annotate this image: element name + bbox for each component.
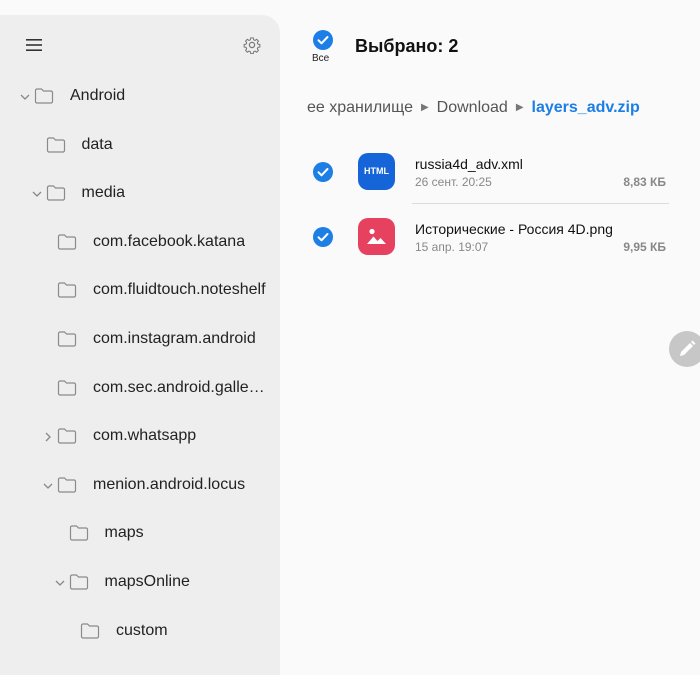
folder-icon bbox=[57, 234, 77, 250]
file-checkbox[interactable] bbox=[313, 162, 333, 182]
sidebar-item-folder[interactable]: Android bbox=[0, 75, 280, 119]
folder-icon bbox=[46, 136, 65, 153]
edit-button[interactable] bbox=[669, 331, 700, 367]
breadcrumb-current[interactable]: layers_adv.zip bbox=[532, 99, 640, 116]
chevron-down-icon[interactable] bbox=[30, 187, 44, 201]
breadcrumb: ее хранилище ▶ Download ▶ layers_adv.zip bbox=[307, 99, 640, 117]
select-all-checkbox[interactable] bbox=[313, 30, 333, 50]
sidebar-item-folder[interactable]: data bbox=[0, 124, 280, 168]
sidebar-item-folder[interactable]: media bbox=[0, 172, 280, 216]
chevron-down-icon[interactable] bbox=[18, 90, 32, 104]
file-name: russia4d_adv.xml bbox=[415, 156, 523, 172]
chevron-right-icon[interactable] bbox=[41, 430, 55, 444]
sidebar-item-label: custom bbox=[116, 621, 168, 639]
sidebar-item-label: com.whatsapp bbox=[93, 427, 197, 445]
file-row[interactable]: HTML russia4d_adv.xml 26 сент. 20:25 8,8… bbox=[300, 145, 680, 205]
divider bbox=[412, 203, 669, 204]
breadcrumb-arrow-icon: ▶ bbox=[420, 102, 429, 113]
picture-icon bbox=[367, 228, 386, 244]
sidebar-item-folder[interactable]: custom bbox=[0, 610, 280, 654]
chevron-down-icon[interactable] bbox=[41, 479, 55, 493]
file-checkbox[interactable] bbox=[313, 227, 333, 247]
sidebar-item-folder[interactable]: com.whatsapp bbox=[0, 415, 280, 459]
select-all-label[interactable]: Все bbox=[312, 53, 329, 64]
hamburger-menu-icon[interactable] bbox=[26, 38, 42, 52]
folder-icon bbox=[34, 88, 54, 104]
checkmark-icon bbox=[317, 36, 329, 45]
checkmark-icon bbox=[317, 233, 329, 242]
sidebar-item-folder[interactable]: maps bbox=[0, 512, 280, 556]
page-title: Выбрано: 2 bbox=[355, 36, 459, 56]
file-row[interactable]: Исторические - Россия 4D.png 15 апр. 19:… bbox=[300, 210, 680, 270]
sidebar-item-label: data bbox=[81, 135, 113, 153]
folder-icon bbox=[46, 185, 65, 201]
sidebar-item-folder[interactable]: com.fluidtouch.noteshelf bbox=[0, 269, 280, 313]
folder-icon bbox=[57, 379, 77, 396]
file-name: Исторические - Россия 4D.png bbox=[415, 221, 613, 237]
sidebar-item-folder[interactable]: mapsOnline bbox=[0, 561, 280, 605]
sidebar-item-label: media bbox=[81, 184, 126, 202]
folder-icon bbox=[57, 477, 77, 493]
sidebar-item-label: com.sec.android.gallery3d bbox=[93, 378, 268, 396]
html-file-icon: HTML bbox=[358, 153, 395, 190]
sidebar: Android data media com.facebook.katana com.f… bbox=[0, 15, 280, 675]
sidebar-item-label: com.instagram.android bbox=[93, 330, 256, 347]
file-date: 15 апр. 19:07 bbox=[415, 240, 489, 254]
folder-icon bbox=[69, 574, 88, 590]
sidebar-item-label: mapsOnline bbox=[104, 573, 190, 590]
breadcrumb-item-download[interactable]: Download bbox=[437, 99, 508, 116]
file-date: 26 сент. 20:25 bbox=[415, 175, 492, 189]
chevron-down-icon[interactable] bbox=[53, 576, 67, 590]
sidebar-item-folder[interactable]: com.instagram.android bbox=[0, 318, 280, 362]
sidebar-item-label: maps bbox=[104, 524, 144, 542]
html-icon-text: HTML bbox=[364, 166, 389, 176]
sidebar-item-folder[interactable]: menion.android.locus bbox=[0, 464, 280, 508]
folder-icon bbox=[80, 622, 100, 639]
sidebar-item-label: com.facebook.katana bbox=[93, 232, 246, 250]
sidebar-item-folder[interactable]: com.facebook.katana bbox=[0, 221, 280, 265]
file-size: 8,83 КБ bbox=[623, 175, 666, 189]
breadcrumb-arrow-icon: ▶ bbox=[515, 102, 524, 113]
folder-icon bbox=[57, 331, 77, 347]
breadcrumb-item-storage[interactable]: ее хранилище bbox=[307, 99, 413, 116]
folder-icon bbox=[57, 282, 77, 298]
image-file-icon bbox=[358, 218, 395, 255]
sidebar-item-folder[interactable]: com.sec.android.gallery3d bbox=[0, 367, 280, 411]
checkmark-icon bbox=[317, 168, 329, 177]
gear-icon[interactable] bbox=[243, 36, 261, 54]
sidebar-item-label: com.fluidtouch.noteshelf bbox=[93, 281, 266, 299]
folder-icon bbox=[57, 428, 77, 444]
sidebar-item-label: menion.android.locus bbox=[93, 475, 246, 493]
folder-icon bbox=[69, 525, 88, 541]
pencil-edit-icon bbox=[680, 340, 696, 356]
sidebar-item-label: Android bbox=[70, 87, 126, 104]
file-size: 9,95 КБ bbox=[623, 240, 666, 254]
